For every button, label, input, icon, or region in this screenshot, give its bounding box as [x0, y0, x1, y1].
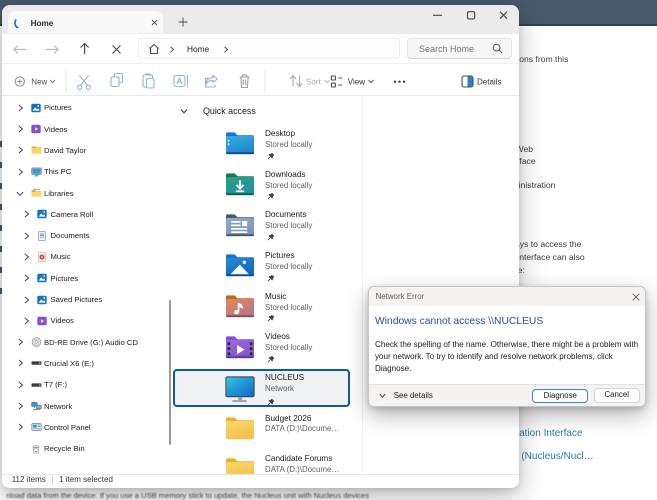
svg-text:Details: Details	[477, 77, 501, 86]
svg-text:View: View	[348, 77, 365, 86]
svg-text:Sort: Sort	[306, 77, 321, 86]
svg-text:New: New	[31, 77, 47, 86]
